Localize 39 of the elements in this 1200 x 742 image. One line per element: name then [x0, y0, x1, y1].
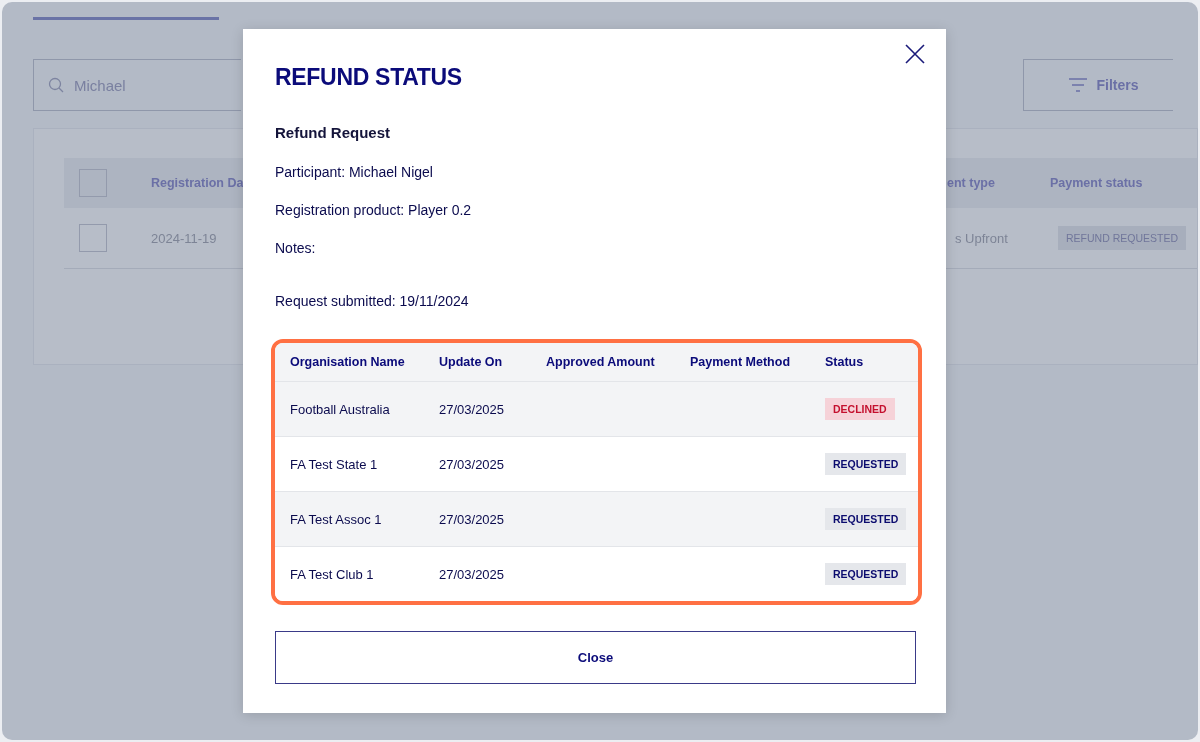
section-heading: Refund Request [275, 123, 391, 143]
checkbox[interactable] [79, 169, 107, 197]
modal-title: REFUND STATUS [275, 63, 463, 91]
table-cell: s Upfront [955, 230, 1008, 246]
search-field[interactable]: Michael [33, 59, 241, 111]
column-header: Approved Amount [546, 355, 655, 369]
checkbox[interactable] [79, 224, 107, 252]
column-header: Payment status [1050, 176, 1143, 190]
close-icon [905, 44, 925, 64]
status-badge: REQUESTED [825, 563, 907, 585]
filter-icon [1068, 77, 1089, 93]
table-cell: 27/03/2025 [439, 456, 505, 472]
column-header: Registration Da [151, 176, 244, 190]
table-cell: FA Test State 1 [290, 456, 378, 472]
table-cell: 27/03/2025 [439, 566, 505, 582]
table-cell: 27/03/2025 [439, 511, 505, 527]
status-badge: REFUND REQUESTED [1058, 226, 1186, 250]
status-badge: DECLINED [825, 398, 895, 420]
column-header: ent type [947, 176, 995, 190]
column-header: Status [825, 355, 864, 369]
close-button[interactable] [904, 43, 926, 65]
column-header: Organisation Name [290, 355, 405, 369]
column-header: Payment Method [690, 355, 790, 369]
detail-text: Registration product: Player 0.2 [275, 201, 473, 219]
status-badge: REQUESTED [825, 453, 907, 475]
column-header: Update On [439, 355, 503, 369]
search-icon [48, 77, 64, 93]
detail-text: Participant: Michael Nigel [275, 163, 434, 181]
table-cell: 2024-11-19 [151, 230, 217, 246]
close-button[interactable]: Close [275, 631, 916, 684]
status-badge: REQUESTED [825, 508, 907, 530]
table-cell: FA Test Assoc 1 [290, 511, 382, 527]
detail-text: Request submitted: 19/11/2024 [275, 292, 470, 310]
filters-button[interactable]: Filters [1023, 59, 1173, 111]
search-value: Michael [74, 76, 126, 94]
detail-text: Notes: [275, 239, 317, 257]
table-cell: 27/03/2025 [439, 401, 505, 417]
table-cell: FA Test Club 1 [290, 566, 374, 582]
table-cell: Football Australia [290, 401, 390, 417]
